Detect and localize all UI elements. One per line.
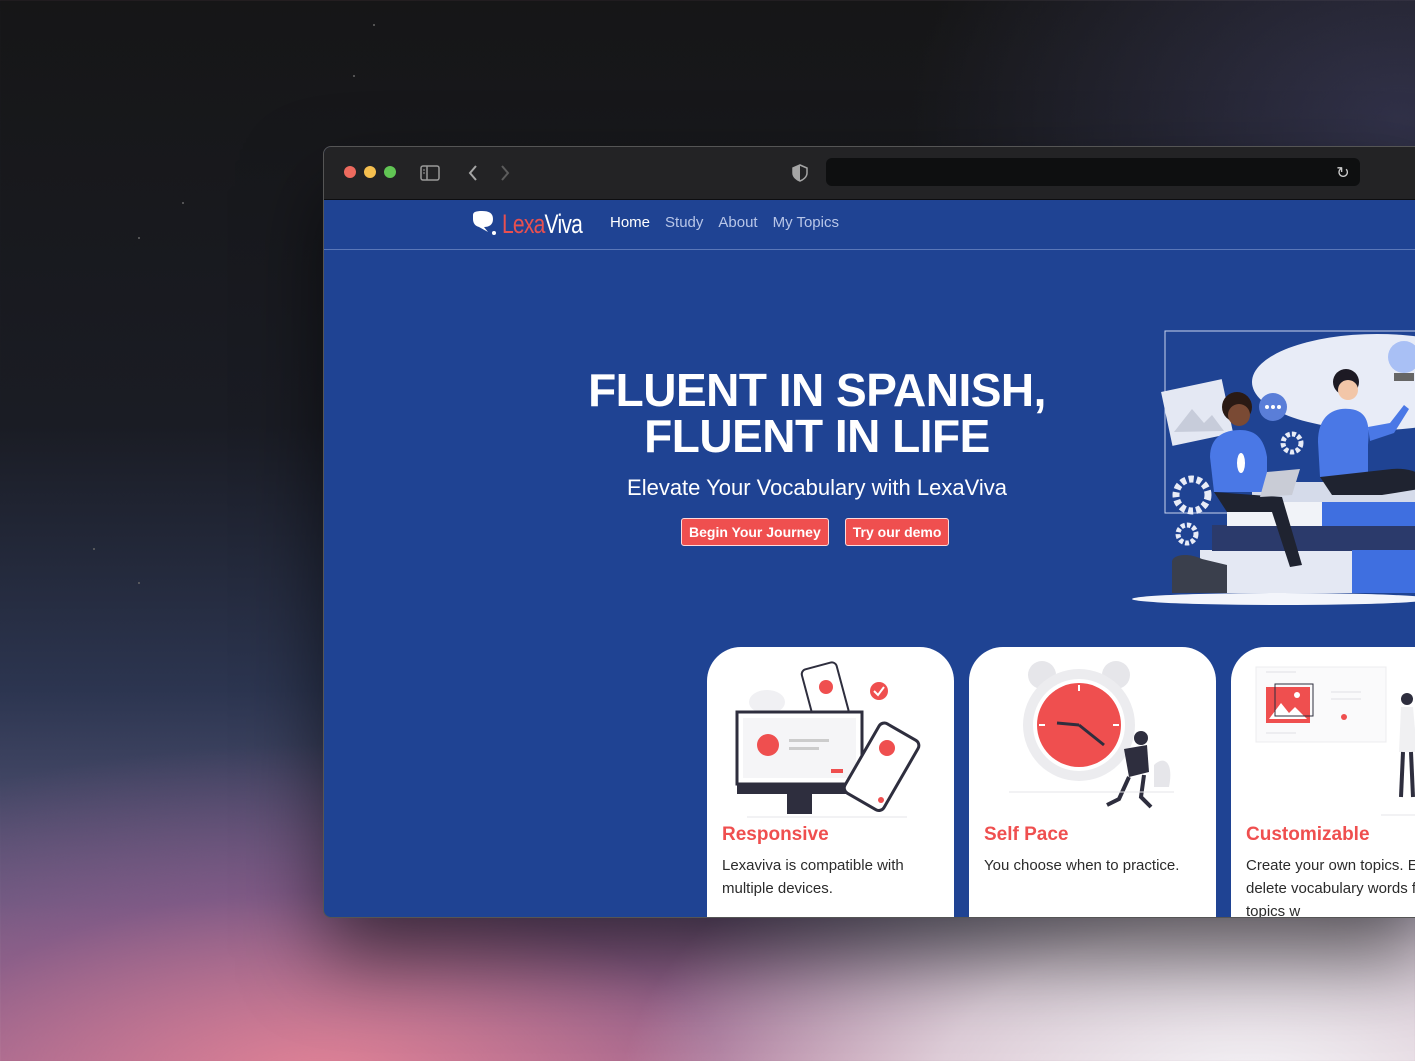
sidebar-toggle-icon[interactable] [419,162,441,184]
close-window-button[interactable] [344,166,356,178]
hero-subtitle: Elevate Your Vocabulary with LexaViva [627,475,1007,500]
feature-title-responsive: Responsive [722,824,829,845]
nav-link-my-topics[interactable]: My Topics [773,214,839,231]
nav-link-home[interactable]: Home [610,214,650,231]
chevron-right-icon[interactable] [494,162,516,184]
minimize-window-button[interactable] [364,166,376,178]
logo-text-lexa: Lexa [502,208,545,239]
feature-text-self-pace: You choose when to practice. [984,857,1180,874]
feature-title-self-pace: Self Pace [984,824,1069,845]
feature-title-customizable: Customizable [1246,824,1370,845]
star [373,24,375,26]
nav-link-about[interactable]: About [718,214,757,231]
feature-card-self-pace: Self Pace You choose when to practice. [969,647,1216,917]
speech-bubble-icon [473,211,496,235]
feature-card-customizable: Customizable Create your own topics. Edi… [1231,647,1415,918]
star [182,202,184,204]
try-demo-button[interactable]: Try our demo [844,518,950,546]
feature-card-responsive: Responsive Lexaviva is compatible with m… [707,647,954,917]
star [138,582,140,584]
feature-text-customizable: Create your own topics. Edit, add, and d… [1246,857,1415,918]
browser-window: ↻ LexaViva Home Study About My Topics FL… [323,146,1415,918]
shield-icon[interactable] [789,162,811,184]
nav-link-study[interactable]: Study [665,214,703,231]
chevron-left-icon[interactable] [462,162,484,184]
topics-illustration [1255,666,1415,816]
logo-text-viva: Viva [544,208,583,239]
maximize-window-button[interactable] [384,166,396,178]
star [93,548,95,550]
devices-illustration [735,661,921,818]
feature-text-responsive: Lexaviva is compatible with multiple dev… [722,857,904,897]
star [138,237,140,239]
star [353,75,355,77]
hero-buttons: Begin Your Journey Try our demo [681,518,950,546]
browser-titlebar: ↻ [324,147,1415,200]
hero-title-line-1: FLUENT IN SPANISH, [588,364,1046,416]
address-bar[interactable]: ↻ [826,158,1360,186]
reload-icon[interactable]: ↻ [1332,161,1354,183]
hero-title-line-2: FLUENT IN LIFE [644,410,990,462]
site-logo[interactable]: LexaViva [470,209,605,239]
site-navbar: LexaViva Home Study About My Topics [324,199,1415,250]
nav-links: Home Study About My Topics [610,214,839,231]
clock-illustration [1009,661,1174,809]
hero-illustration [1132,330,1415,605]
hero-title: FLUENT IN SPANISH, FLUENT IN LIFE [514,367,1120,459]
begin-journey-button[interactable]: Begin Your Journey [681,518,829,546]
